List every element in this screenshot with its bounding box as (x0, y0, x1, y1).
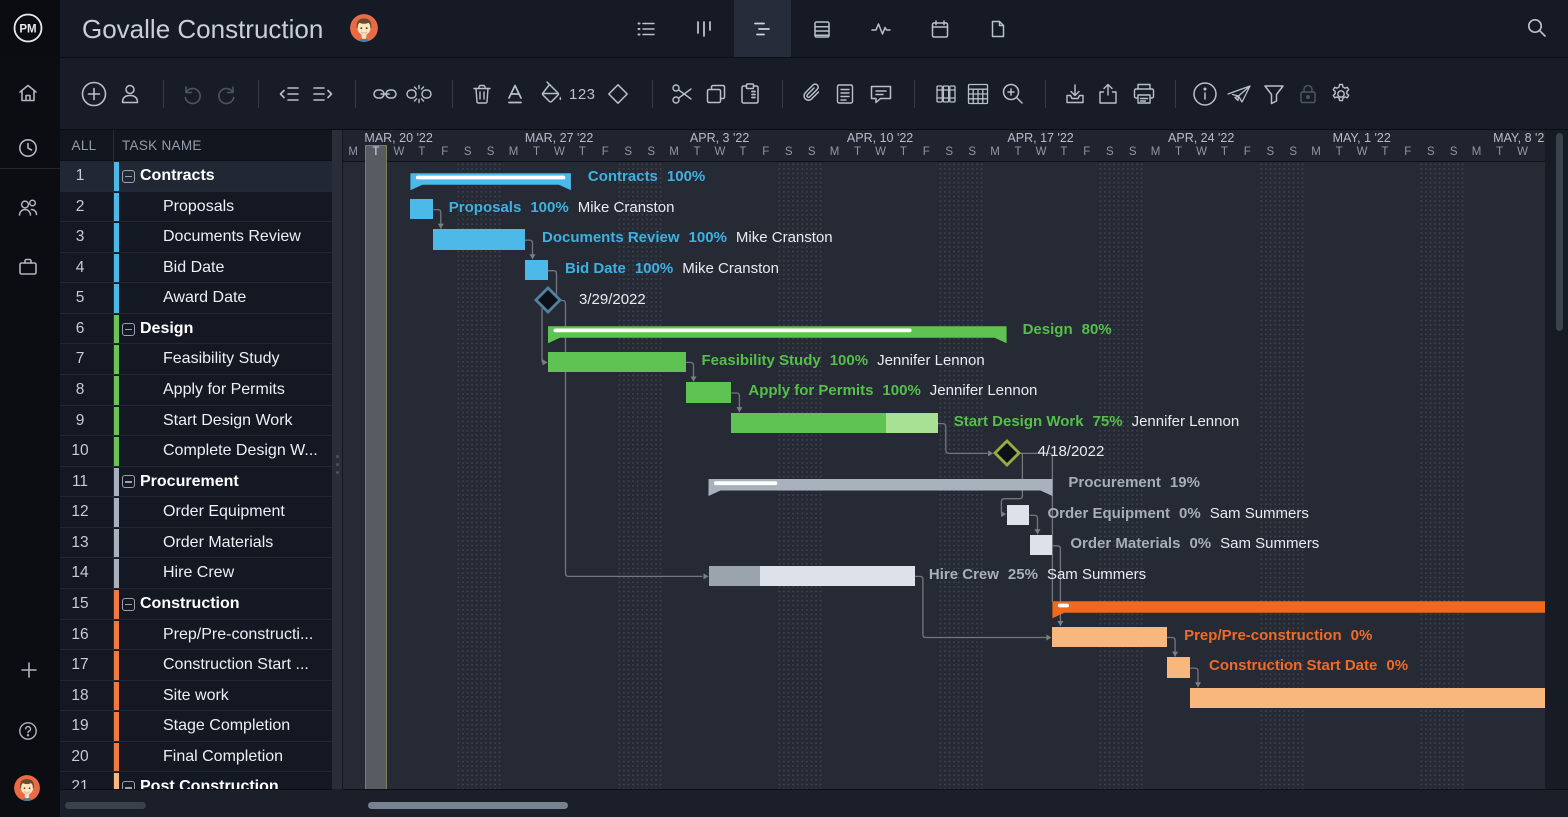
svg-text:PM: PM (19, 24, 36, 36)
